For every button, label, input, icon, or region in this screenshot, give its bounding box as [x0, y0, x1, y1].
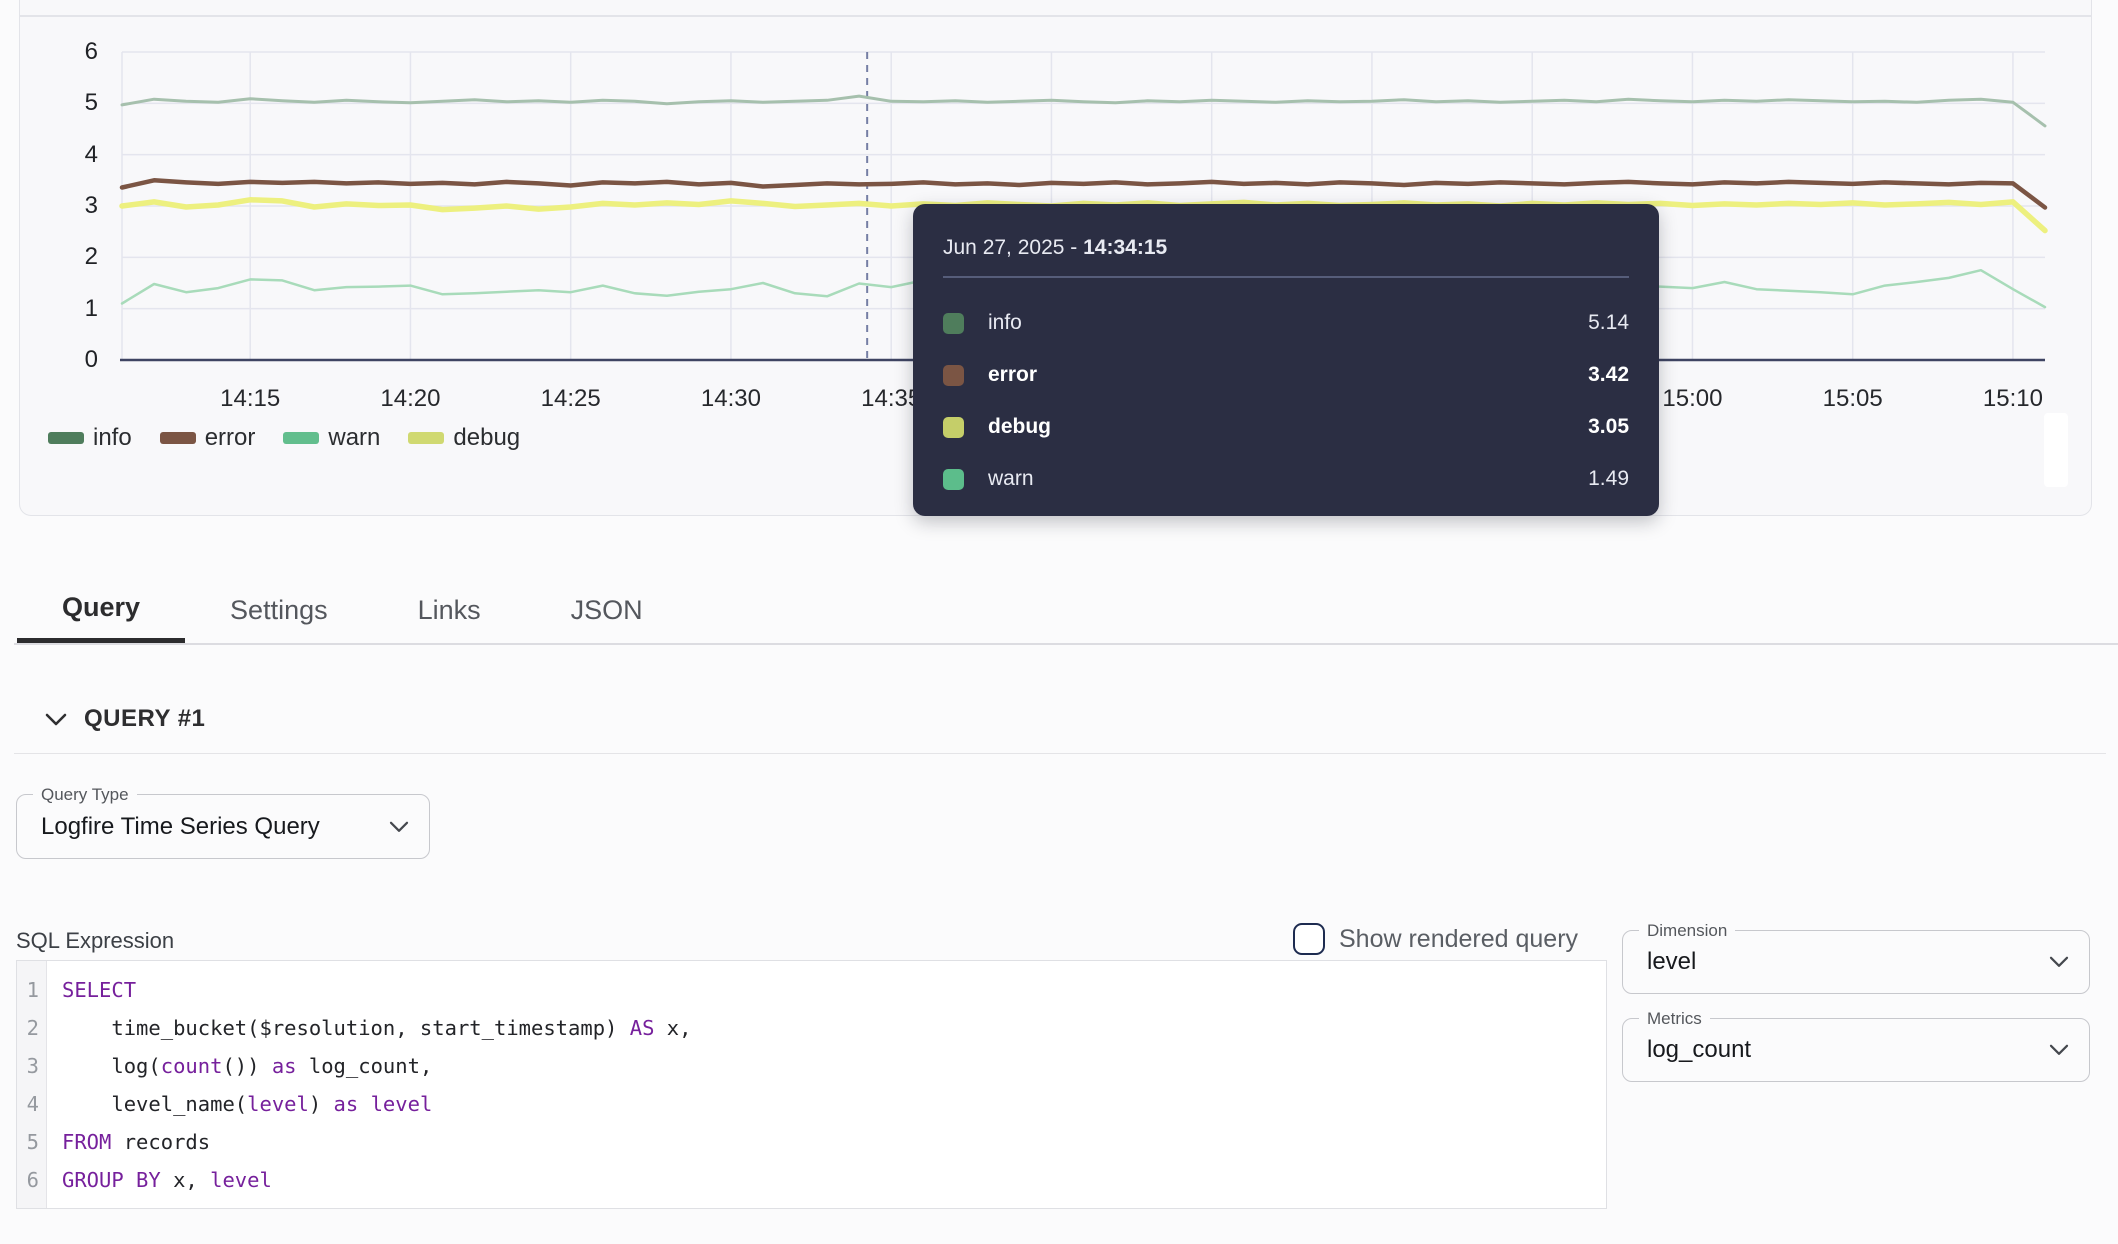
query-section-divider [14, 753, 2106, 754]
tooltip-series-value: 1.49 [1588, 467, 1629, 491]
debug-swatch-icon [943, 417, 964, 438]
tooltip-series-label: debug [988, 415, 1051, 439]
y-tick-label: 3 [28, 191, 98, 221]
info-swatch-icon [943, 313, 964, 334]
chevron-down-icon [2049, 955, 2069, 973]
code-line: level_name(level) as level [62, 1085, 1606, 1123]
dimension-select[interactable]: Dimension level [1622, 930, 2090, 994]
show-rendered-query-label: Show rendered query [1339, 925, 1578, 954]
code-line: time_bucket($resolution, start_timestamp… [62, 1009, 1606, 1047]
metrics-select[interactable]: Metrics log_count [1622, 1018, 2090, 1082]
y-tick-label: 2 [28, 242, 98, 272]
x-tick-label: 14:20 [355, 385, 465, 413]
tooltip-row-error: error 3.42 [943, 362, 1629, 389]
info-swatch-icon [48, 432, 84, 444]
legend-label: error [205, 424, 256, 452]
x-tick-label: 14:15 [195, 385, 305, 413]
tooltip-row-warn: warn 1.49 [943, 466, 1629, 493]
query-1-collapse-header[interactable]: QUERY #1 [45, 703, 205, 735]
error-swatch-icon [943, 365, 964, 386]
y-tick-label: 6 [28, 37, 98, 67]
line-number: 2 [17, 1009, 46, 1047]
sql-expression-label: SQL Expression [16, 928, 174, 954]
legend-label: debug [453, 424, 520, 452]
tooltip-series-value: 3.05 [1588, 415, 1629, 439]
query-type-select-value: Logfire Time Series Query [41, 795, 320, 858]
x-tick-label: 14:25 [516, 385, 626, 413]
error-swatch-icon [160, 432, 196, 444]
code-gutter: 123456 [17, 961, 47, 1208]
line-number: 5 [17, 1123, 46, 1161]
code-line: log(count()) as log_count, [62, 1047, 1606, 1085]
tabs-bottom-border [14, 643, 2118, 645]
chevron-down-icon [2049, 1043, 2069, 1061]
query-type-select[interactable]: Query Type Logfire Time Series Query [16, 794, 430, 859]
sql-code-editor[interactable]: 123456 SELECT time_bucket($resolution, s… [16, 960, 1607, 1209]
tooltip-series-value: 5.14 [1588, 311, 1629, 335]
tab-query[interactable]: Query [17, 577, 185, 643]
scrollbar-thumb[interactable] [2044, 413, 2068, 487]
code-line: FROM records [62, 1123, 1606, 1161]
line-number: 4 [17, 1085, 46, 1123]
show-rendered-query-toggle[interactable]: Show rendered query [1293, 923, 1578, 955]
tooltip-series-label: warn [988, 467, 1034, 491]
x-tick-label: 15:10 [1958, 385, 2068, 413]
tooltip-row-debug: debug 3.05 [943, 414, 1629, 441]
code-line: SELECT [62, 971, 1606, 1009]
warn-swatch-icon [943, 469, 964, 490]
y-tick-label: 5 [28, 88, 98, 118]
legend-item-debug[interactable]: debug [408, 424, 520, 452]
code-line: GROUP BY x, level [62, 1161, 1606, 1199]
tab-links[interactable]: Links [373, 577, 526, 643]
warn-swatch-icon [283, 432, 319, 444]
tooltip-series-label: error [988, 363, 1037, 387]
legend-label: info [93, 424, 132, 452]
show-rendered-query-checkbox[interactable] [1293, 923, 1325, 955]
metrics-select-value: log_count [1647, 1019, 1751, 1081]
tooltip-divider [943, 276, 1629, 278]
x-tick-label: 14:30 [676, 385, 786, 413]
dimension-select-value: level [1647, 931, 1696, 993]
y-tick-label: 1 [28, 294, 98, 324]
legend-item-info[interactable]: info [48, 424, 132, 452]
tab-bar: QuerySettingsLinksJSON [17, 577, 688, 643]
dashboard-panel-editor: 0123456 14:1514:2014:2514:3014:3514:4014… [0, 0, 2118, 1244]
y-tick-label: 4 [28, 140, 98, 170]
tooltip-row-info: info 5.14 [943, 310, 1629, 337]
line-number: 3 [17, 1047, 46, 1085]
legend-item-warn[interactable]: warn [283, 424, 380, 452]
line-number: 6 [17, 1161, 46, 1199]
chevron-down-icon [389, 819, 409, 837]
chart-tooltip: Jun 27, 2025 - 14:34:15 info 5.14 error 3.4… [913, 204, 1659, 516]
code-lines: SELECT time_bucket($resolution, start_ti… [48, 961, 1606, 1199]
x-tick-label: 15:05 [1798, 385, 1908, 413]
debug-swatch-icon [408, 432, 444, 444]
query-1-title: QUERY #1 [84, 705, 205, 733]
tooltip-series-value: 3.42 [1588, 363, 1629, 387]
line-number: 1 [17, 971, 46, 1009]
legend-label: warn [328, 424, 380, 452]
chevron-down-icon [45, 713, 67, 726]
tab-settings[interactable]: Settings [185, 577, 373, 643]
legend-item-error[interactable]: error [160, 424, 256, 452]
tooltip-timestamp: Jun 27, 2025 - 14:34:15 [943, 234, 1629, 261]
tab-json[interactable]: JSON [526, 577, 688, 643]
chart-legend: info error warn debug [48, 424, 520, 452]
y-tick-label: 0 [28, 345, 98, 375]
tooltip-series-label: info [988, 311, 1022, 335]
